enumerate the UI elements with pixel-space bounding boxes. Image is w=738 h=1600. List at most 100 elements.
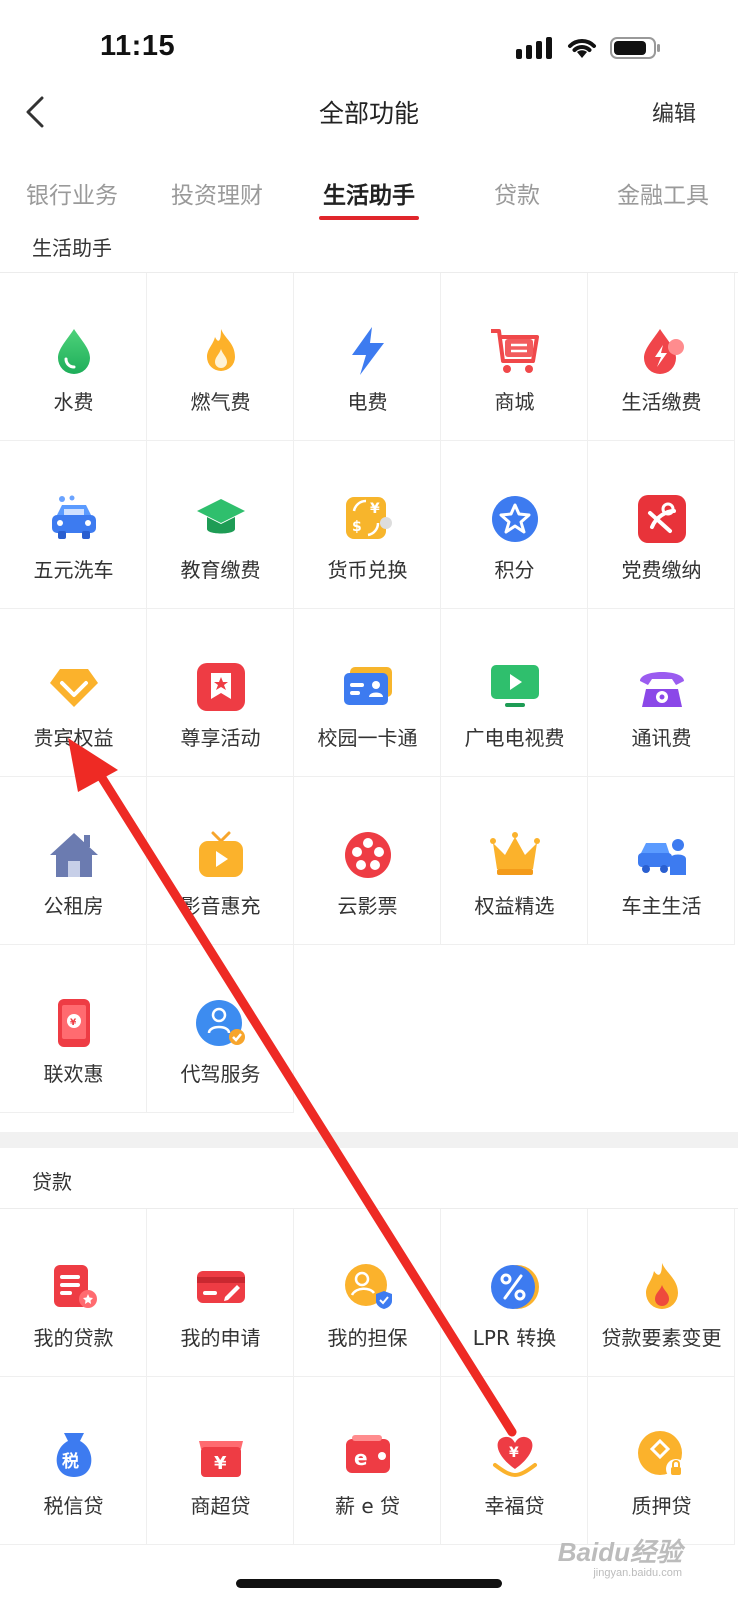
nav-bar: 全部功能 编辑 bbox=[0, 80, 738, 144]
service-gas-fee[interactable]: 燃气费 bbox=[147, 273, 294, 441]
service-label: 幸福贷 bbox=[484, 1494, 545, 1518]
service-points[interactable]: 积分 bbox=[441, 441, 588, 609]
id-card-icon bbox=[344, 667, 392, 705]
tab-finance-tools[interactable]: 金融工具 bbox=[598, 176, 728, 210]
service-lianhuanhui[interactable]: ¥ 联欢惠 bbox=[0, 945, 147, 1113]
service-label: 联欢惠 bbox=[43, 1062, 104, 1086]
service-label: 公租房 bbox=[43, 894, 104, 918]
driver-service-icon bbox=[196, 1000, 245, 1046]
service-supermarket-loan[interactable]: ¥ 商超贷 bbox=[147, 1377, 294, 1545]
service-happiness-loan[interactable]: ¥ 幸福贷 bbox=[441, 1377, 588, 1545]
car-owner-icon bbox=[638, 839, 686, 875]
service-campus-card[interactable]: 校园一卡通 bbox=[294, 609, 441, 777]
service-utility-payment[interactable]: 生活缴费 bbox=[588, 273, 735, 441]
service-label: 薪 e 贷 bbox=[334, 1494, 401, 1518]
telephone-icon bbox=[640, 672, 684, 707]
service-selected-benefits[interactable]: 权益精选 bbox=[441, 777, 588, 945]
watermark-sub: jingyan.baidu.com bbox=[593, 1567, 682, 1579]
service-car-wash[interactable]: 五元洗车 bbox=[0, 441, 147, 609]
service-label: 税信贷 bbox=[43, 1494, 104, 1518]
crown-icon bbox=[490, 832, 540, 875]
svg-text:e: e bbox=[354, 1446, 368, 1470]
service-label: 水费 bbox=[53, 390, 94, 414]
svg-text:¥: ¥ bbox=[70, 1018, 77, 1028]
service-label: 通讯费 bbox=[631, 726, 692, 750]
service-label: 商城 bbox=[494, 390, 535, 414]
service-label: 尊享活动 bbox=[180, 726, 261, 750]
star-ribbon-icon bbox=[197, 663, 245, 711]
flame-change-icon bbox=[646, 1263, 678, 1309]
category-tabs: 银行业务 投资理财 生活助手 贷款 金融工具 bbox=[0, 170, 738, 226]
edit-button[interactable]: 编辑 bbox=[652, 96, 696, 128]
service-car-owner-life[interactable]: 车主生活 bbox=[588, 777, 735, 945]
store-loan-icon: ¥ bbox=[199, 1441, 243, 1477]
lightning-icon bbox=[352, 327, 384, 375]
service-label: 五元洗车 bbox=[33, 558, 114, 582]
page-title: 全部功能 bbox=[318, 99, 419, 128]
service-label: 积分 bbox=[494, 558, 535, 582]
svg-text:¥: ¥ bbox=[370, 501, 380, 517]
service-label: 代驾服务 bbox=[180, 1062, 261, 1086]
service-mall[interactable]: 商城 bbox=[441, 273, 588, 441]
tab-life-assistant[interactable]: 生活助手 bbox=[304, 176, 434, 210]
service-label: 我的担保 bbox=[327, 1326, 408, 1350]
party-emblem-icon bbox=[638, 495, 686, 543]
service-currency-exchange[interactable]: ¥ $ 货币兑换 bbox=[294, 441, 441, 609]
service-label: 生活缴费 bbox=[621, 390, 702, 414]
service-pledge-loan[interactable]: 质押贷 bbox=[588, 1377, 735, 1545]
home-indicator[interactable] bbox=[236, 1579, 502, 1588]
service-vip-benefits[interactable]: 贵宾权益 bbox=[0, 609, 147, 777]
section-title-loans: 贷款 bbox=[32, 1170, 72, 1194]
tv-play-icon bbox=[491, 665, 539, 707]
service-label: 权益精选 bbox=[474, 894, 555, 918]
shopping-cart-icon bbox=[491, 329, 539, 373]
service-salary-e-loan[interactable]: e 薪 e 贷 bbox=[294, 1377, 441, 1545]
car-wash-icon bbox=[52, 495, 96, 539]
tab-banking[interactable]: 银行业务 bbox=[7, 176, 137, 210]
service-label: 贷款要素变更 bbox=[601, 1326, 722, 1350]
service-public-housing[interactable]: 公租房 bbox=[0, 777, 147, 945]
service-electricity-fee[interactable]: 电费 bbox=[294, 273, 441, 441]
service-label: 广电电视费 bbox=[464, 726, 565, 750]
service-education-fee[interactable]: 教育缴费 bbox=[147, 441, 294, 609]
service-telecom-fee[interactable]: 通讯费 bbox=[588, 609, 735, 777]
service-my-applications[interactable]: 我的申请 bbox=[147, 1209, 294, 1377]
life-services-grid: 水费 燃气费 电费 商城 生活缴费 五元洗车 教育缴费 ¥ $ 货币兑换 积分 党… bbox=[0, 272, 738, 1132]
service-tax-credit-loan[interactable]: 税 税信贷 bbox=[0, 1377, 147, 1545]
service-label: LPR 转换 bbox=[472, 1326, 557, 1350]
service-water-fee[interactable]: 水费 bbox=[0, 273, 147, 441]
service-label: 教育缴费 bbox=[180, 558, 261, 582]
application-card-icon bbox=[197, 1271, 245, 1303]
service-lpr-conversion[interactable]: LPR 转换 bbox=[441, 1209, 588, 1377]
service-label: 商超贷 bbox=[190, 1494, 251, 1518]
active-tab-indicator bbox=[319, 216, 419, 220]
service-movie-tickets[interactable]: 云影票 bbox=[294, 777, 441, 945]
service-exclusive-events[interactable]: 尊享活动 bbox=[147, 609, 294, 777]
service-label: 质押贷 bbox=[631, 1494, 692, 1518]
service-label: 云影票 bbox=[337, 894, 398, 918]
service-label: 电费 bbox=[347, 390, 388, 414]
service-label: 我的申请 bbox=[180, 1326, 261, 1350]
service-label: 燃气费 bbox=[190, 390, 251, 414]
service-media-recharge[interactable]: 影音惠充 bbox=[147, 777, 294, 945]
watermark: Baidu经验 jingyan.baidu.com bbox=[558, 1532, 682, 1579]
service-party-dues[interactable]: 党费缴纳 bbox=[588, 441, 735, 609]
service-label: 我的贷款 bbox=[33, 1326, 114, 1350]
service-designated-driver[interactable]: 代驾服务 bbox=[147, 945, 294, 1113]
loan-document-icon bbox=[54, 1265, 97, 1308]
status-bar: 11:15 bbox=[0, 0, 738, 90]
service-tv-fee[interactable]: 广电电视费 bbox=[441, 609, 588, 777]
service-loan-terms-change[interactable]: 贷款要素变更 bbox=[588, 1209, 735, 1377]
service-label: 贵宾权益 bbox=[33, 726, 114, 750]
tab-investment[interactable]: 投资理财 bbox=[152, 176, 282, 210]
svg-text:¥: ¥ bbox=[509, 1445, 519, 1461]
service-label: 影音惠充 bbox=[180, 894, 261, 918]
percent-icon bbox=[491, 1265, 539, 1309]
tax-bag-icon: 税 bbox=[56, 1433, 92, 1477]
service-my-guarantee[interactable]: 我的担保 bbox=[294, 1209, 441, 1377]
heart-yuan-icon: ¥ bbox=[493, 1436, 537, 1478]
tab-loans[interactable]: 贷款 bbox=[452, 176, 582, 210]
service-my-loans[interactable]: 我的贷款 bbox=[0, 1209, 147, 1377]
svg-text:税: 税 bbox=[62, 1451, 79, 1472]
payment-drop-icon bbox=[644, 329, 684, 374]
